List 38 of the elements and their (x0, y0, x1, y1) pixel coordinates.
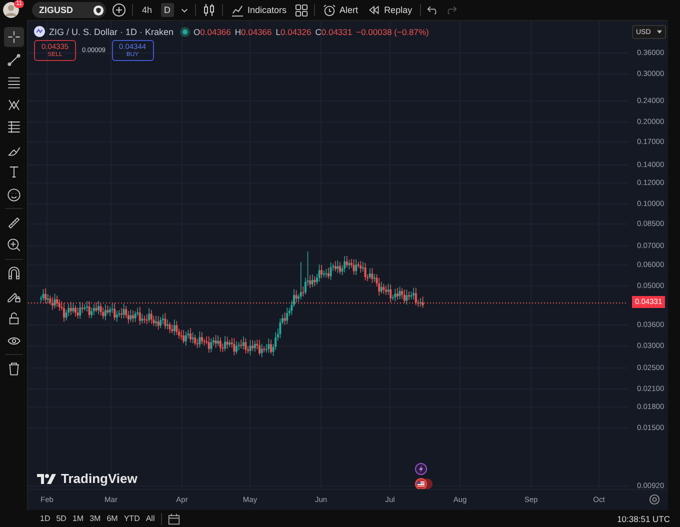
range-button[interactable]: 1M (72, 514, 84, 523)
symbol-title: ZIG / U. S. Dollar · 1D · Kraken (49, 26, 174, 36)
coin-logo-icon (34, 26, 45, 37)
redo-icon[interactable] (445, 4, 458, 16)
interval-tab[interactable]: 4h (139, 3, 156, 17)
candles-icon[interactable] (202, 3, 216, 17)
undo-icon[interactable] (427, 4, 440, 16)
clock-text: 10:38:51 UTC (617, 514, 670, 524)
brand-watermark: TradingView (61, 471, 138, 486)
shield-icon (93, 4, 104, 16)
symbol-search[interactable]: ZIGUSD (32, 2, 106, 18)
add-icon[interactable] (112, 3, 126, 17)
range-button[interactable]: All (146, 514, 155, 523)
alert-button[interactable]: Alert (320, 4, 360, 16)
price-change: −0.00038 (−0.87%) (356, 26, 429, 36)
alarm-clock-icon (322, 4, 336, 16)
layout-grid-icon[interactable] (294, 4, 308, 16)
ohlc-value: H0.04366 (234, 26, 272, 36)
rewind-icon (368, 4, 380, 16)
ohlc-value: O0.04366 (194, 26, 231, 36)
replay-button[interactable]: Replay (366, 4, 414, 16)
crosshair-icon[interactable] (4, 27, 24, 47)
lightning-icon[interactable] (415, 463, 427, 475)
interval-tab[interactable]: D (161, 3, 174, 17)
range-button[interactable]: 6M (106, 514, 118, 523)
indicators-button[interactable]: Indicators (228, 4, 289, 16)
ohlc-value: C0.04331 (315, 26, 352, 36)
range-button[interactable]: YTD (124, 514, 140, 523)
tv-logo-icon (37, 474, 57, 484)
range-button[interactable]: 1D (40, 514, 50, 523)
market-open-dot-icon (180, 26, 190, 36)
chart-line-icon (230, 4, 244, 16)
ohlc-value: L0.04326 (276, 26, 312, 36)
calendar-icon[interactable] (168, 512, 180, 524)
range-button[interactable]: 3M (90, 514, 101, 523)
flag-event-icon[interactable] (415, 478, 433, 489)
range-button[interactable]: 5D (56, 514, 66, 523)
caret-icon (657, 30, 662, 34)
